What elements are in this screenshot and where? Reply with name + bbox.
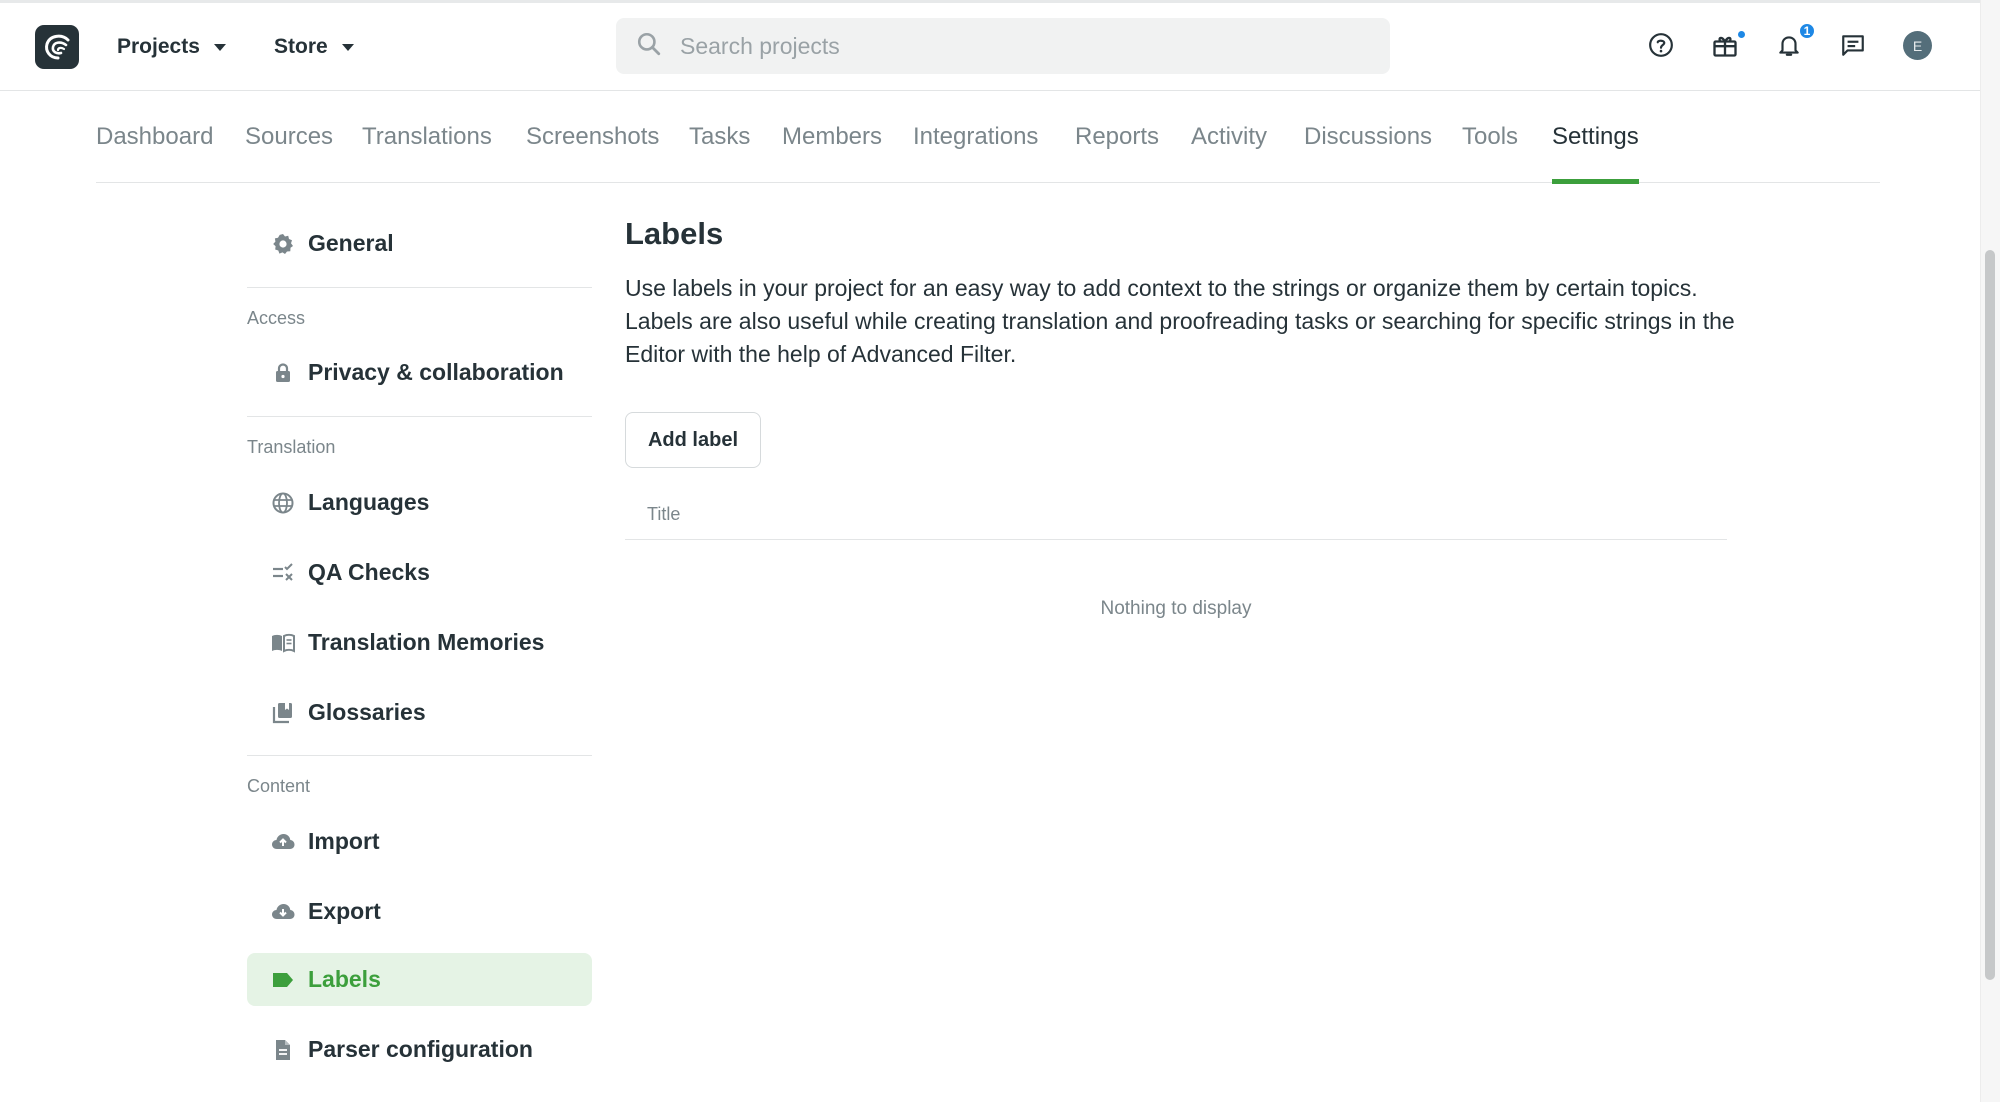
- empty-state-message: Nothing to display: [1100, 598, 1252, 619]
- sidebar-item-qa-checks[interactable]: QA Checks: [247, 546, 592, 599]
- add-label-button[interactable]: Add label: [625, 412, 761, 468]
- chevron-down-icon: [213, 43, 226, 51]
- sidebar-item-parser-configuration[interactable]: Parser configuration: [247, 1023, 592, 1076]
- sidebar-item-import[interactable]: Import: [247, 815, 592, 868]
- tab-tools[interactable]: Tools: [1462, 91, 1518, 183]
- avatar[interactable]: E: [1903, 31, 1932, 60]
- browser-edge: [0, 0, 1980, 3]
- glossary-icon: [270, 700, 296, 726]
- sidebar-item-labels[interactable]: Labels: [247, 953, 592, 1006]
- gift-icon[interactable]: [1708, 28, 1745, 62]
- tab-tasks[interactable]: Tasks: [689, 91, 750, 183]
- sidebar-item-label: Parser configuration: [308, 1036, 533, 1062]
- divider: [247, 416, 592, 417]
- sidebar-item-label: Glossaries: [308, 699, 426, 725]
- tab-dashboard[interactable]: Dashboard: [96, 91, 213, 183]
- project-tabs: Dashboard Sources Translations Screensho…: [96, 91, 1880, 184]
- search-icon: [636, 31, 662, 62]
- sidebar-item-languages[interactable]: Languages: [247, 476, 592, 529]
- gear-icon: [270, 231, 296, 257]
- labels-table-header: Title: [625, 490, 1727, 540]
- tab-sources[interactable]: Sources: [245, 91, 333, 183]
- globe-icon: [270, 490, 296, 516]
- projects-dropdown-label: Projects: [117, 35, 200, 58]
- sidebar-item-privacy[interactable]: Privacy & collaboration: [247, 346, 592, 399]
- divider: [247, 287, 592, 288]
- tab-settings[interactable]: Settings: [1552, 91, 1639, 184]
- tab-members[interactable]: Members: [782, 91, 882, 183]
- sidebar-item-translation-memories[interactable]: Translation Memories: [247, 616, 592, 669]
- lock-icon: [270, 360, 296, 386]
- tab-reports[interactable]: Reports: [1075, 91, 1159, 183]
- store-dropdown-label: Store: [274, 35, 328, 58]
- sidebar-item-label: Labels: [308, 966, 381, 992]
- store-dropdown[interactable]: Store: [274, 30, 354, 64]
- page-description: Use labels in your project for an easy w…: [625, 275, 1735, 367]
- sidebar-item-label: Import: [308, 828, 380, 854]
- page-title: Labels: [625, 216, 724, 251]
- section-heading-translation: Translation: [247, 437, 336, 457]
- label-tag-icon: [270, 967, 296, 993]
- new-item-dot: [1738, 31, 1745, 38]
- sidebar-item-glossaries[interactable]: Glossaries: [247, 686, 592, 739]
- crowdin-logo-icon[interactable]: [35, 25, 79, 69]
- avatar-initial: E: [1912, 37, 1923, 54]
- tab-discussions[interactable]: Discussions: [1304, 91, 1432, 183]
- bell-icon[interactable]: 1: [1772, 22, 1816, 62]
- tab-screenshots[interactable]: Screenshots: [526, 91, 659, 183]
- cloud-upload-icon: [270, 829, 296, 855]
- sidebar-item-label: Export: [308, 898, 381, 924]
- sidebar-item-label: Languages: [308, 489, 430, 515]
- sidebar-item-export[interactable]: Export: [247, 885, 592, 938]
- section-heading-access: Access: [247, 308, 306, 328]
- section-heading-content: Content: [247, 776, 311, 796]
- sidebar-item-label: Privacy & collaboration: [308, 359, 564, 385]
- help-icon[interactable]: [1644, 28, 1678, 62]
- sidebar-item-label: General: [308, 230, 394, 256]
- sidebar-item-general[interactable]: General: [247, 217, 592, 270]
- chevron-down-icon: [341, 43, 354, 51]
- book-icon: [270, 630, 296, 656]
- notification-badge: 1: [1798, 22, 1816, 40]
- divider: [247, 755, 592, 756]
- qa-checks-icon: [270, 560, 296, 586]
- tab-integrations[interactable]: Integrations: [913, 91, 1038, 183]
- top-header: Projects Store 1 E: [0, 0, 1980, 91]
- projects-dropdown[interactable]: Projects: [117, 30, 226, 64]
- sidebar-item-label: QA Checks: [308, 559, 430, 585]
- search-input[interactable]: [680, 32, 1360, 60]
- search-box[interactable]: [616, 18, 1390, 74]
- tab-translations[interactable]: Translations: [362, 91, 492, 183]
- chat-icon[interactable]: [1836, 28, 1870, 62]
- tab-activity[interactable]: Activity: [1191, 91, 1267, 183]
- scrollbar-thumb[interactable]: [1985, 250, 1995, 980]
- cloud-download-icon: [270, 899, 296, 925]
- sidebar-item-label: Translation Memories: [308, 629, 545, 655]
- document-icon: [270, 1037, 296, 1063]
- column-header-title[interactable]: Title: [647, 504, 680, 525]
